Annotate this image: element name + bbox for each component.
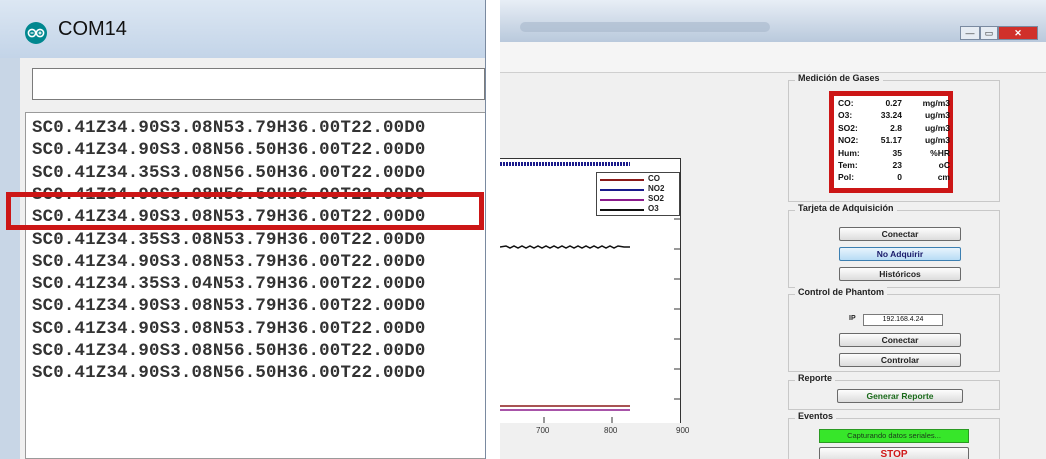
serial-line: SC0.41Z34.90S3.08N53.79H36.00T22.00D0: [32, 119, 426, 138]
gas-unit: %HR: [930, 147, 950, 158]
legend-swatch: [600, 199, 644, 201]
legend-label: SO2: [648, 194, 665, 203]
serial-line: SC0.41Z34.90S3.08N53.79H36.00T22.00D0: [32, 297, 426, 317]
window-title: COM14: [58, 18, 127, 40]
serial-line: SC0.41Z34.90S3.08N56.50H36.00T22.00D0: [32, 141, 426, 161]
gas-reading-row: NO2: 51.17 ug/m3: [838, 135, 950, 147]
gas-unit: cm: [937, 172, 950, 183]
ip-address-input[interactable]: 192.168.4.24: [863, 314, 943, 326]
serial-output-area[interactable]: SC0.41Z34.90S3.08N53.79H36.00T22.00D0 SC0…: [25, 112, 485, 459]
legend-label: O3: [648, 204, 659, 213]
gas-value: 2.8: [890, 122, 902, 133]
arduino-logo-icon: [25, 22, 47, 44]
serial-line: SC0.41Z34.35S3.04N53.79H36.00T22.00D0: [32, 275, 426, 295]
legend-label: CO: [648, 174, 660, 183]
gas-readings-panel: CO: 0.27 mg/m3 O3: 33.24 ug/m3 SO2: 2.8 ug/m3 NO2…: [829, 91, 953, 193]
eventos-group: Eventos Capturando datos seriales... STO…: [788, 411, 1000, 459]
series-o3-line: [500, 245, 630, 249]
generar-reporte-button[interactable]: Generar Reporte: [837, 389, 963, 403]
x-tick-900: 900: [676, 426, 690, 435]
tarjeta-adquisicion-title: Tarjeta de Adquisición: [795, 203, 897, 213]
gas-value: 23: [892, 160, 902, 170]
gas-reading-row: SO2: 2.8 ug/m3: [838, 123, 950, 135]
gas-reading-row: Hum: 35 %HR: [838, 148, 950, 160]
serial-line: SC0.41Z34.35S3.08N53.79H36.00T22.00D0: [32, 230, 426, 250]
gas-value: 33.24: [880, 110, 902, 121]
legend-swatch: [600, 179, 644, 181]
gas-unit: ug/m3: [924, 110, 950, 121]
serial-line: SC0.41Z34.90S3.08N56.50H36.00T22.00D0: [32, 342, 426, 361]
legend-swatch: [600, 209, 644, 211]
reporte-group: Reporte Generar Reporte: [788, 373, 1000, 410]
gas-name: CO:: [838, 98, 854, 108]
gas-name: Pol:: [838, 172, 855, 183]
gas-unit: ug/m3: [924, 135, 950, 146]
legend-swatch: [600, 189, 644, 191]
gas-name: Hum:: [838, 147, 860, 158]
gas-reading-row: Pol: 0 cm: [838, 172, 950, 184]
gas-reading-row: Tem: 23 oC: [838, 160, 950, 172]
x-tick-700: 700: [536, 426, 550, 435]
plot-legend: CO NO2 SO2 O3: [596, 172, 680, 216]
eventos-title: Eventos: [795, 411, 837, 421]
control-phantom-group: Control de Phantom IP 192.168.4.24 Conec…: [788, 287, 1000, 372]
monitoring-app-window: — ▭ ✕ CO NO2 SO2 O3 700 800 900 Medición…: [500, 0, 1046, 459]
serial-monitor-window: COM14 SC0.41Z34.90S3.08N53.79H36.00T22.0…: [0, 0, 486, 459]
legend-label: NO2: [648, 184, 665, 193]
conectar-tarjeta-button[interactable]: Conectar: [839, 227, 961, 241]
ip-label: IP: [849, 315, 856, 322]
gas-name: SO2:: [838, 122, 858, 133]
no-adquirir-button[interactable]: No Adquirir: [839, 247, 961, 261]
serial-title-bar: COM14: [0, 0, 485, 58]
control-phantom-title: Control de Phantom: [795, 287, 887, 297]
reporte-title: Reporte: [795, 373, 836, 383]
historicos-button[interactable]: Históricos: [839, 267, 961, 281]
plot-right-ticks: [543, 188, 680, 423]
highlighted-line-frame: [6, 192, 484, 230]
gas-unit: oC: [938, 160, 950, 170]
gas-value: 51.17: [880, 135, 902, 146]
menu-bar: [500, 42, 1046, 73]
serial-line: SC0.41Z34.35S3.08N56.50H36.00T22.00D0: [32, 163, 426, 183]
serial-line: SC0.41Z34.90S3.08N56.50H36.00T22.00D0: [32, 364, 426, 384]
gas-unit: mg/m3: [922, 98, 950, 108]
gas-unit: ug/m3: [924, 122, 950, 133]
close-button[interactable]: ✕: [998, 26, 1038, 40]
medicion-gases-title: Medición de Gases: [795, 73, 883, 83]
medicion-gases-group: Medición de Gases CO: 0.27 mg/m3 O3: 33.24 ug…: [788, 73, 1000, 202]
gas-name: Tem:: [838, 160, 858, 170]
event-status-bar: Capturando datos seriales...: [819, 429, 969, 443]
serial-line: SC0.41Z34.90S3.08N53.79H36.00T22.00D0: [32, 319, 426, 339]
gas-value: 0.27: [885, 98, 902, 108]
gas-value: 0: [897, 172, 902, 183]
controlar-button[interactable]: Controlar: [839, 353, 961, 367]
maximize-button[interactable]: ▭: [980, 26, 998, 40]
gas-name: NO2:: [838, 135, 859, 146]
gas-reading-row: O3: 33.24 ug/m3: [838, 110, 950, 122]
conectar-phantom-button[interactable]: Conectar: [839, 333, 961, 347]
app-title-bar: — ▭ ✕: [500, 0, 1046, 42]
minimize-button[interactable]: —: [960, 26, 980, 40]
tarjeta-adquisicion-group: Tarjeta de Adquisición Conectar No Adqui…: [788, 203, 1000, 288]
serial-send-input[interactable]: [32, 68, 485, 100]
title-bar-decoration: [520, 22, 770, 32]
stop-button[interactable]: STOP: [819, 447, 969, 459]
gas-value: 35: [892, 147, 902, 158]
serial-line: SC0.41Z34.90S3.08N53.79H36.00T22.00D0: [32, 252, 426, 272]
gas-reading-row: CO: 0.27 mg/m3: [838, 98, 950, 110]
gas-name: O3:: [838, 110, 853, 121]
x-tick-800: 800: [604, 426, 618, 435]
